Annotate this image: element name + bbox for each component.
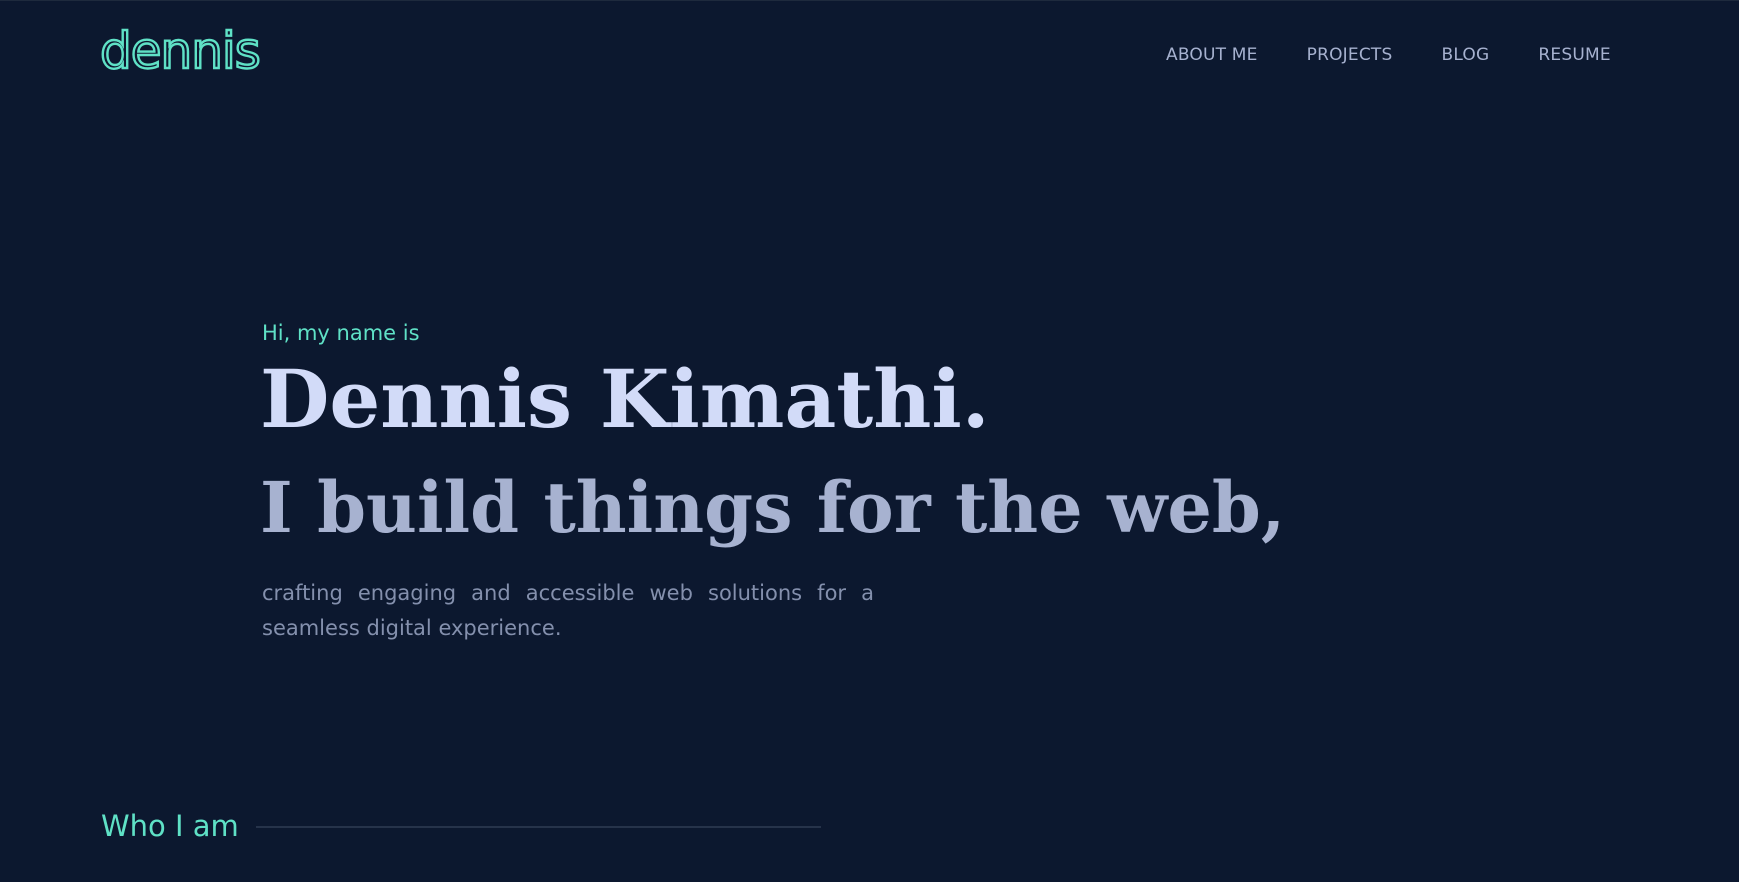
nav-item-blog[interactable]: BLOG — [1441, 44, 1489, 66]
hero-greeting: Hi, my name is — [262, 321, 420, 345]
hero-name: Dennis Kimathi. — [260, 352, 990, 446]
nav-item-about-me[interactable]: ABOUT ME — [1166, 44, 1258, 66]
hero-tagline: I build things for the web, — [260, 466, 1286, 549]
hero-description: crafting engaging and accessible web sol… — [262, 581, 874, 640]
nav-item-projects[interactable]: PROJECTS — [1307, 44, 1393, 66]
logo-text: dennis — [100, 22, 260, 78]
main-nav: ABOUT ME PROJECTS BLOG RESUME — [1166, 44, 1611, 66]
nav-item-resume[interactable]: RESUME — [1538, 44, 1610, 66]
dennis-logo[interactable]: dennis — [100, 22, 262, 78]
top-border — [0, 0, 1739, 1]
section-divider — [256, 826, 821, 828]
section-title-who-i-am: Who I am — [101, 809, 239, 843]
